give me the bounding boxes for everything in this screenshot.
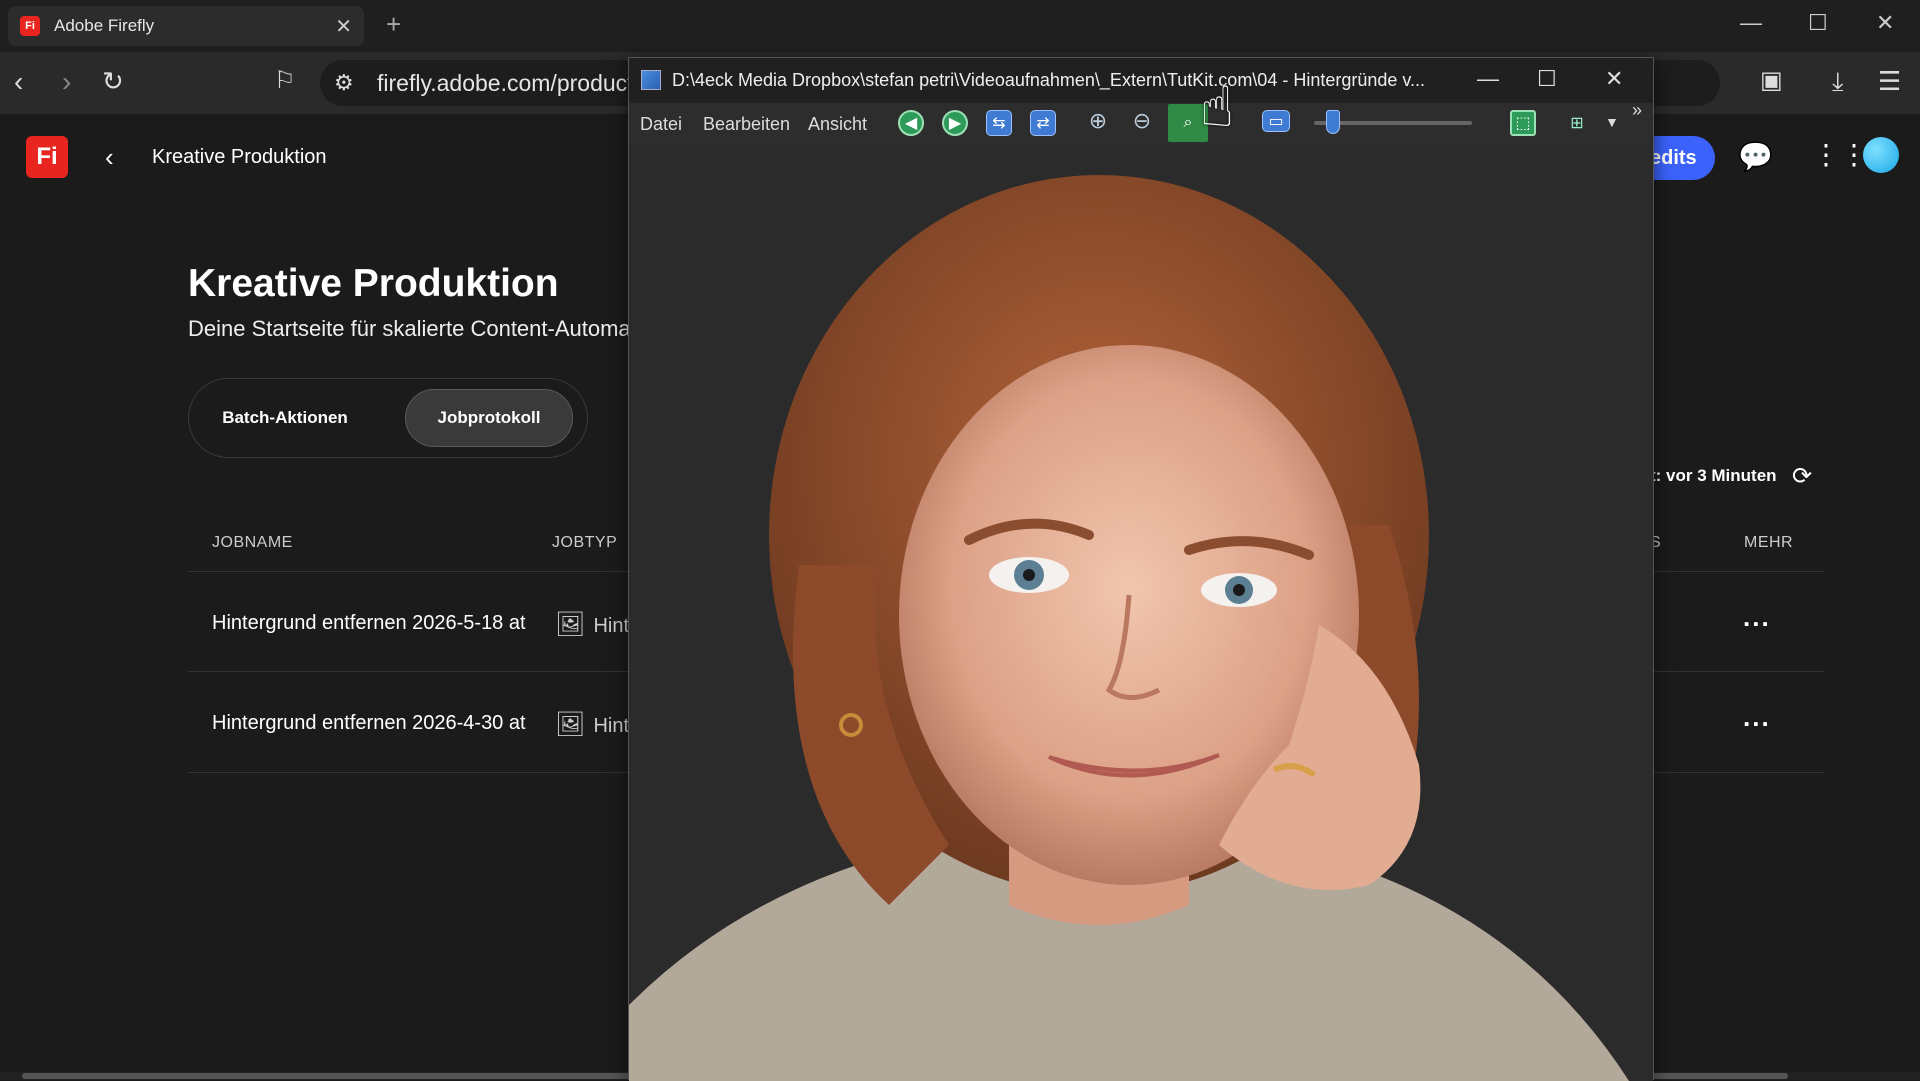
close-window-icon[interactable]: ✕ xyxy=(1876,10,1894,36)
export-icon[interactable]: ⊞ xyxy=(1564,110,1590,136)
row-more-button[interactable]: ... xyxy=(1743,602,1771,633)
fit-window-icon[interactable]: ⬚ xyxy=(1510,110,1536,136)
screenshot-icon[interactable]: ▣ xyxy=(1760,66,1783,95)
bookmark-icon[interactable]: ⚐ xyxy=(274,66,296,95)
browser-tab[interactable]: Fi Adobe Firefly ✕ xyxy=(8,6,364,46)
tab-close-icon[interactable]: ✕ xyxy=(335,14,352,39)
viewer-close-icon[interactable]: ✕ xyxy=(1605,66,1623,92)
toolbar-overflow[interactable]: » xyxy=(1632,100,1642,121)
previous-icon[interactable]: ◀ xyxy=(898,110,924,136)
export-dropdown-icon[interactable]: ▼ xyxy=(1605,114,1619,130)
portrait-photo xyxy=(629,145,1653,1081)
table-row-name[interactable]: Hintergrund entfernen 2026-4-30 at 1: xyxy=(212,712,532,735)
col-mehr: MEHR xyxy=(1744,534,1794,551)
menu-icon[interactable]: ☰ xyxy=(1878,66,1901,97)
zoom-out-icon[interactable]: ⊖ xyxy=(1129,108,1155,134)
hand-cursor-icon: ☝ xyxy=(1200,75,1235,138)
firefly-logo[interactable]: Fi xyxy=(26,136,68,178)
last-updated: t: vor 3 Minuten xyxy=(1650,466,1777,485)
firefly-favicon-icon: Fi xyxy=(20,16,40,36)
browser-tabstrip: Fi Adobe Firefly ✕ + — ☐ ✕ xyxy=(0,0,1920,52)
col-jobtyp[interactable]: JOBTYP xyxy=(552,534,617,552)
refresh-icon[interactable]: ⟳ xyxy=(1792,462,1812,491)
viewer-minimize-icon[interactable]: — xyxy=(1477,66,1499,92)
maximize-icon[interactable]: ☐ xyxy=(1808,10,1828,36)
viewer-maximize-icon[interactable]: ☐ xyxy=(1537,66,1557,92)
viewer-app-icon xyxy=(641,70,661,90)
viewer-title: D:\4eck Media Dropbox\stefan petri\Video… xyxy=(672,70,1426,90)
image-canvas[interactable] xyxy=(629,145,1653,1081)
viewer-titlebar[interactable]: D:\4eck Media Dropbox\stefan petri\Video… xyxy=(629,58,1653,103)
segment-control: Batch-Aktionen Jobprotokoll xyxy=(188,378,588,458)
tab-title: Adobe Firefly xyxy=(54,16,155,35)
image-viewer-window: D:\4eck Media Dropbox\stefan petri\Video… xyxy=(628,57,1654,1081)
rotate-right-icon[interactable]: ⇄ xyxy=(1030,110,1056,136)
download-icon[interactable]: ⤓ xyxy=(1832,66,1844,98)
menu-datei[interactable]: Datei xyxy=(640,114,682,135)
page-subtitle: Deine Startseite für skalierte Content-A… xyxy=(188,316,631,341)
header-title: Kreative Produktion xyxy=(152,146,327,168)
reload-icon[interactable]: ↻ xyxy=(102,66,124,97)
menu-ansicht[interactable]: Ansicht xyxy=(808,114,867,135)
back-chevron-icon[interactable]: ‹ xyxy=(105,142,114,173)
image-icon: 🖼 xyxy=(555,711,586,738)
fullscreen-icon[interactable]: ▭ xyxy=(1262,110,1290,132)
back-icon[interactable]: ‹ xyxy=(14,66,23,98)
tab-batch-aktionen[interactable]: Batch-Aktionen xyxy=(201,389,369,447)
table-row-name[interactable]: Hintergrund entfernen 2026-5-18 at 13 xyxy=(212,612,532,635)
apps-grid-icon[interactable]: ⋮⋮ xyxy=(1812,138,1868,171)
avatar[interactable] xyxy=(1863,137,1899,173)
url-text[interactable]: firefly.adobe.com/producti xyxy=(377,70,639,97)
zoom-slider-thumb[interactable] xyxy=(1325,110,1340,134)
forward-icon[interactable]: › xyxy=(62,66,71,98)
zoom-in-icon[interactable]: ⊕ xyxy=(1085,108,1111,134)
menu-bearbeiten[interactable]: Bearbeiten xyxy=(703,114,790,135)
new-tab-icon[interactable]: + xyxy=(386,9,401,40)
image-icon: 🖼 xyxy=(555,611,586,638)
feedback-icon[interactable]: 💬 xyxy=(1738,140,1773,173)
credits-label: edits xyxy=(1650,147,1697,169)
minimize-icon[interactable]: — xyxy=(1740,10,1762,36)
row-more-button[interactable]: ... xyxy=(1743,702,1771,733)
next-icon[interactable]: ▶ xyxy=(942,110,968,136)
col-jobname[interactable]: JOBNAME xyxy=(212,534,293,552)
rotate-left-icon[interactable]: ⇆ xyxy=(986,110,1012,136)
site-settings-icon[interactable]: ⚙ xyxy=(334,70,354,96)
tab-jobprotokoll[interactable]: Jobprotokoll xyxy=(405,389,573,447)
page-title: Kreative Produktion xyxy=(188,262,559,305)
